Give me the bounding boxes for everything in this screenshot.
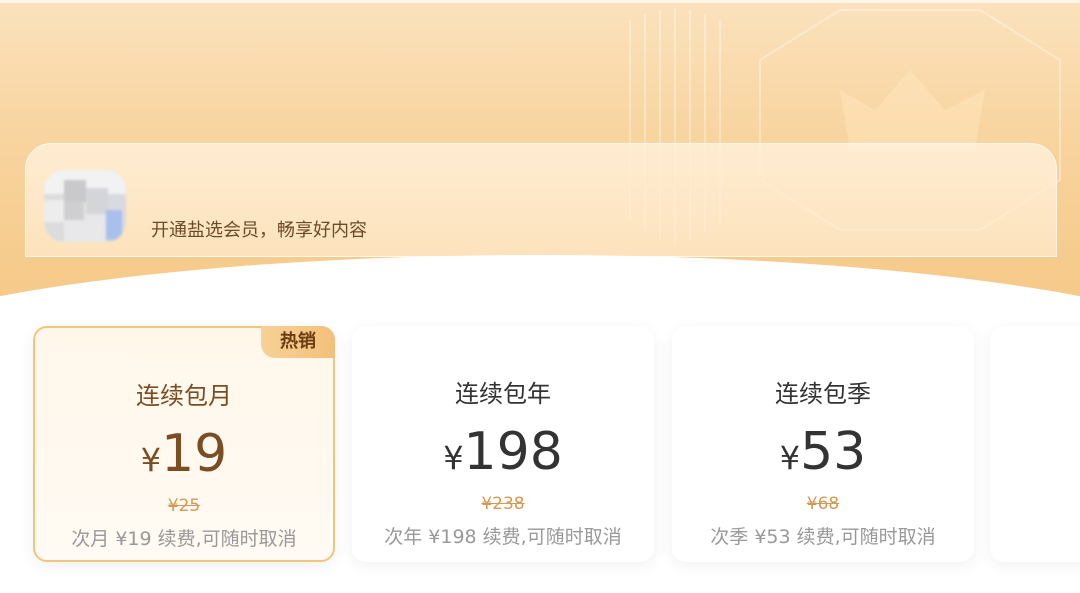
hot-sale-badge: 热销 (261, 326, 335, 358)
plan-price: ¥53 (672, 422, 974, 482)
plan-name: 连续包季 (775, 380, 871, 408)
original-price: ¥25 (167, 496, 201, 516)
currency-symbol: ¥ (140, 441, 162, 479)
renewal-note: 次年 ¥198 续费,可随时取消 (384, 526, 622, 548)
plan-name: 连续包年 (455, 380, 551, 408)
price-amount: 53 (800, 422, 867, 482)
username (140, 168, 240, 196)
member-tagline: 开通盐选会员，畅享好内容 (151, 220, 367, 241)
price-amount: 19 (161, 424, 228, 484)
renewal-note: 次季 ¥53 续费,可随时取消 (710, 526, 936, 548)
user-avatar[interactable] (44, 170, 126, 242)
crown-icon (840, 70, 985, 150)
currency-symbol: ¥ (779, 439, 801, 477)
plan-price: ¥19 (35, 424, 333, 484)
plan-price: ¥198 (352, 422, 654, 482)
price-amount: 198 (463, 422, 563, 482)
plan-card-yearly[interactable]: 连续包年 ¥198 ¥238 次年 ¥198 续费,可随时取消 (352, 326, 654, 562)
plan-card-next[interactable] (990, 326, 1080, 562)
renewal-note: 次月 ¥19 续费,可随时取消 (71, 528, 297, 550)
original-price: ¥68 (806, 494, 840, 514)
plan-card-quarterly[interactable]: 连续包季 ¥53 ¥68 次季 ¥53 续费,可随时取消 (672, 326, 974, 562)
plan-name: 连续包月 (136, 382, 232, 410)
currency-symbol: ¥ (443, 439, 464, 477)
original-price: ¥238 (481, 494, 525, 514)
member-hero-banner (0, 0, 1080, 300)
plan-card-monthly[interactable]: 热销 连续包月 ¥19 ¥25 次月 ¥19 续费,可随时取消 (33, 326, 335, 562)
